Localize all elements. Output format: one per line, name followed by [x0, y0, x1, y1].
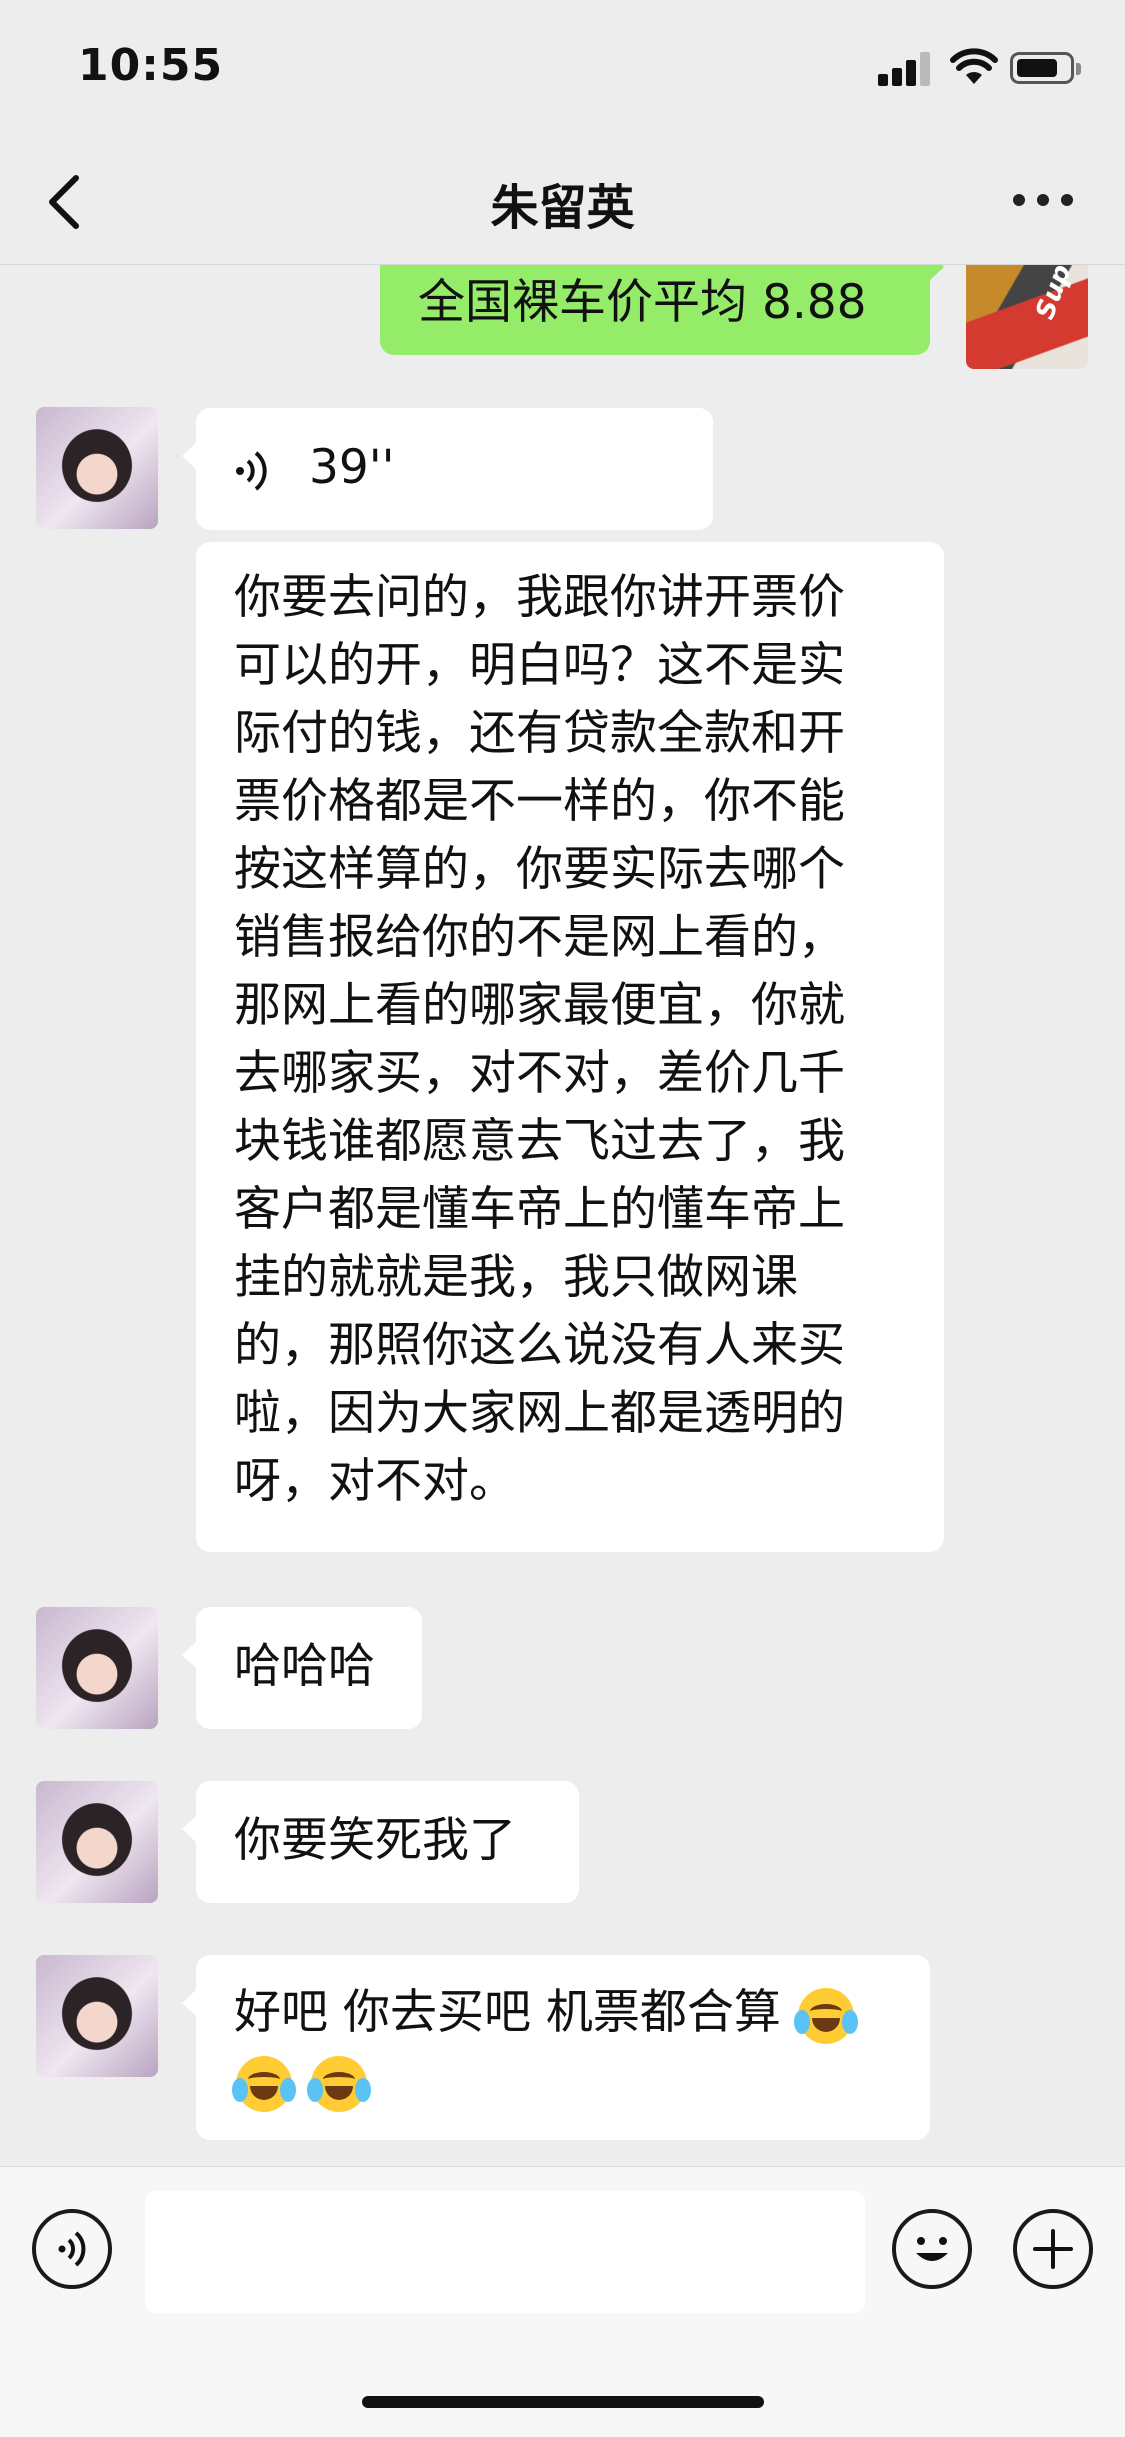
message-bubble-sent[interactable]: 全国裸车价平均 8.88	[380, 265, 944, 355]
avatar-self[interactable]: Sup	[966, 265, 1088, 369]
status-bar: 10:55	[0, 0, 1125, 140]
avatar-logo-text: Sup	[1030, 265, 1078, 324]
voice-message-bubble[interactable]: 39''	[182, 408, 713, 530]
message-bubble-received[interactable]: 你要去问的，我跟你讲开票价 可以的开，明白吗？这不是实 际付的钱，还有贷款全款和…	[196, 542, 944, 1552]
nav-bar: 朱留英	[0, 140, 1125, 265]
laughing-crying-emoji-icon	[793, 1987, 858, 2044]
battery-icon	[1010, 52, 1081, 84]
page-title: 朱留英	[490, 180, 635, 236]
message-line: 挂的就就是我，我只做网课	[234, 1250, 798, 1305]
avatar-contact[interactable]	[36, 1955, 158, 2077]
message-line: 那网上看的哪家最便宜，你就	[234, 978, 845, 1033]
emoji-icon	[916, 2237, 948, 2261]
avatar-contact[interactable]	[36, 407, 158, 529]
add-button[interactable]	[1013, 2209, 1093, 2289]
message-line: 按这样算的，你要实际去哪个	[234, 842, 845, 897]
message-text: 全国裸车价平均 8.88	[418, 275, 867, 330]
message-text: 你要笑死我了	[234, 1813, 516, 1868]
message-line: 去哪家买，对不对，差价几千	[234, 1046, 845, 1101]
laughing-crying-emoji-icon	[306, 2055, 371, 2112]
chat-message-list[interactable]: 全国裸车价平均 8.88 Sup 39'' 你要去问的，我跟你讲开票价 可以的开…	[0, 265, 1125, 2165]
message-line: 块钱谁都愿意去飞过去了，我	[234, 1114, 845, 1169]
emoji-button[interactable]	[892, 2209, 972, 2289]
message-text: 哈哈哈	[234, 1639, 375, 1694]
message-bubble-received[interactable]: 你要笑死我了	[182, 1781, 579, 1903]
signal-icon	[878, 52, 934, 86]
voice-icon	[236, 450, 267, 491]
laughing-crying-emoji-icon	[232, 2055, 296, 2112]
message-line: 呀，对不对。	[234, 1454, 516, 1509]
message-bubble-received[interactable]: 好吧 你去买吧 机票都合算	[182, 1955, 930, 2140]
voice-input-button[interactable]	[32, 2209, 112, 2289]
message-line: 啦，因为大家网上都是透明的	[234, 1386, 845, 1441]
message-input[interactable]	[145, 2191, 865, 2313]
message-line: 你要去问的，我跟你讲开票价	[234, 570, 845, 625]
plus-icon	[1033, 2229, 1073, 2269]
more-dots-icon[interactable]	[1013, 188, 1073, 212]
message-line: 票价格都是不一样的，你不能	[234, 774, 845, 829]
voice-icon	[58, 2231, 86, 2267]
message-line: 际付的钱，还有贷款全款和开	[234, 706, 845, 761]
message-line: 销售报给你的不是网上看的，	[234, 910, 845, 965]
home-indicator[interactable]	[362, 2396, 764, 2408]
wifi-icon	[950, 48, 998, 84]
message-bubble-received[interactable]: 哈哈哈	[182, 1607, 422, 1729]
avatar-contact[interactable]	[36, 1607, 158, 1729]
voice-duration: 39''	[308, 440, 395, 495]
message-text: 好吧 你去买吧 机票都合算	[234, 1985, 781, 2040]
message-line: 可以的开，明白吗？这不是实	[234, 638, 845, 693]
message-line: 的，那照你这么说没有人来买	[234, 1318, 845, 1373]
message-line: 客户都是懂车帝上的懂车帝上	[234, 1182, 845, 1237]
avatar-contact[interactable]	[36, 1781, 158, 1903]
status-time: 10:55	[78, 40, 224, 91]
